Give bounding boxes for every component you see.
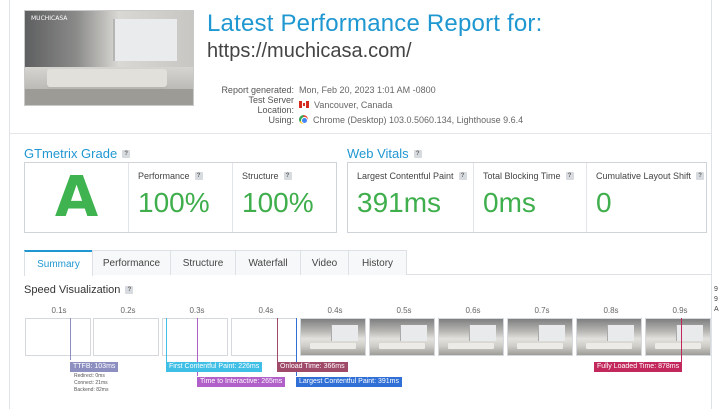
filmstrip [24, 318, 714, 356]
report-meta: Report generated: Mon, Feb 20, 2023 1:01… [210, 82, 630, 127]
structure-value: 100% [242, 187, 314, 218]
structure-metric: Structure? 100% [232, 163, 336, 232]
chrome-icon [299, 115, 308, 124]
timeline-tick: 0.8s [603, 306, 619, 315]
cropped-side-text: 9 9 A [714, 286, 719, 313]
filmstrip-frame-screenshot[interactable] [300, 318, 366, 356]
site-screenshot-thumbnail: MUCHICASA [24, 10, 194, 106]
tbt-metric: Total Blocking Time? 0ms [473, 163, 586, 232]
tbt-value: 0ms [483, 187, 536, 218]
report-title: Latest Performance Report for: [207, 10, 543, 37]
filmstrip-frame-screenshot[interactable] [645, 318, 711, 356]
speed-visualization-heading: Speed Visualization? [24, 284, 134, 296]
grade-letter-cell: A [25, 163, 128, 232]
filmstrip-frame-screenshot[interactable] [507, 318, 573, 356]
ttfb-marker: TTFB: 103ms [70, 362, 119, 372]
filmstrip-frame-blank[interactable] [231, 318, 297, 356]
timeline-ticks: 0.1s 0.2s 0.3s 0.4s 0.4s 0.5s 0.6s 0.7s … [24, 306, 714, 318]
timeline-tick: 0.7s [534, 306, 550, 315]
filmstrip-frame-blank[interactable] [93, 318, 159, 356]
performance-metric: Performance? 100% [128, 163, 232, 232]
fcp-marker: First Contentful Paint: 226ms [166, 362, 263, 372]
onload-line [277, 318, 278, 362]
onload-marker: Onload Time: 366ms [277, 362, 348, 372]
meta-row-location: Test Server Location: Vancouver, Canada [248, 94, 393, 115]
timeline-tick: 0.4s [327, 306, 343, 315]
filmstrip-frame-screenshot[interactable] [576, 318, 642, 356]
performance-value: 100% [138, 187, 210, 218]
meta-row-using: Using: Chrome (Desktop) 103.0.5060.134, … [268, 114, 524, 125]
tab-summary[interactable]: Summary [24, 250, 93, 276]
page-left-rule [9, 0, 10, 409]
ttfb-breakdown: Redirect: 0ms Connect: 21ms Backend: 82m… [74, 373, 109, 393]
timeline-tick: 0.5s [396, 306, 412, 315]
tab-waterfall[interactable]: Waterfall [235, 250, 301, 275]
filmstrip-frame-screenshot[interactable] [369, 318, 435, 356]
lcp-metric: Largest Contentful Paint? 391ms [348, 163, 473, 232]
fully-loaded-line [681, 318, 682, 362]
grade-panel: A Performance? 100% Structure? 100% [24, 162, 337, 233]
help-icon[interactable]: ? [565, 172, 574, 180]
canada-flag-icon [299, 101, 309, 108]
fcp-line [166, 318, 167, 362]
tab-video[interactable]: Video [300, 250, 349, 275]
help-icon[interactable]: ? [283, 172, 292, 180]
web-vitals-panel: Largest Contentful Paint? 391ms Total Bl… [347, 162, 707, 233]
cls-metric: Cumulative Layout Shift? 0 [586, 163, 706, 232]
tti-marker: Time to Interactive: 265ms [197, 377, 286, 387]
help-icon[interactable]: ? [125, 286, 134, 294]
lcp-value: 391ms [357, 187, 442, 218]
report-tabs: Summary Performance Structure Waterfall … [24, 250, 712, 276]
cls-value: 0 [596, 187, 612, 218]
web-vitals-heading: Web Vitals? [347, 146, 422, 161]
help-icon[interactable]: ? [122, 149, 131, 158]
grade-letter: A [54, 164, 99, 230]
help-icon[interactable]: ? [458, 172, 467, 180]
help-icon[interactable]: ? [194, 172, 203, 180]
tab-structure[interactable]: Structure [170, 250, 236, 275]
timeline-tick: 0.6s [465, 306, 481, 315]
tab-history[interactable]: History [348, 250, 407, 275]
ttfb-line [70, 318, 71, 360]
filmstrip-frame-screenshot[interactable] [438, 318, 504, 356]
timeline-tick: 0.1s [51, 306, 67, 315]
help-icon[interactable]: ? [413, 149, 422, 158]
help-icon[interactable]: ? [696, 172, 705, 180]
filmstrip-frame-blank[interactable] [25, 318, 91, 356]
timeline-tick: 0.4s [258, 306, 274, 315]
timeline-tick: 0.9s [672, 306, 688, 315]
thumbnail-logo: MUCHICASA [31, 15, 68, 22]
lcp-marker: Largest Contentful Paint: 391ms [296, 377, 403, 387]
timeline-tick: 0.3s [189, 306, 205, 315]
filmstrip-frame-blank[interactable] [162, 318, 228, 356]
header-divider [9, 133, 712, 134]
report-url[interactable]: https://muchicasa.com/ [207, 40, 412, 63]
timeline-tick: 0.2s [120, 306, 136, 315]
grade-heading: GTmetrix Grade? [24, 146, 131, 161]
tab-performance[interactable]: Performance [92, 250, 171, 275]
fully-loaded-marker: Fully Loaded Time: 878ms [594, 362, 683, 372]
